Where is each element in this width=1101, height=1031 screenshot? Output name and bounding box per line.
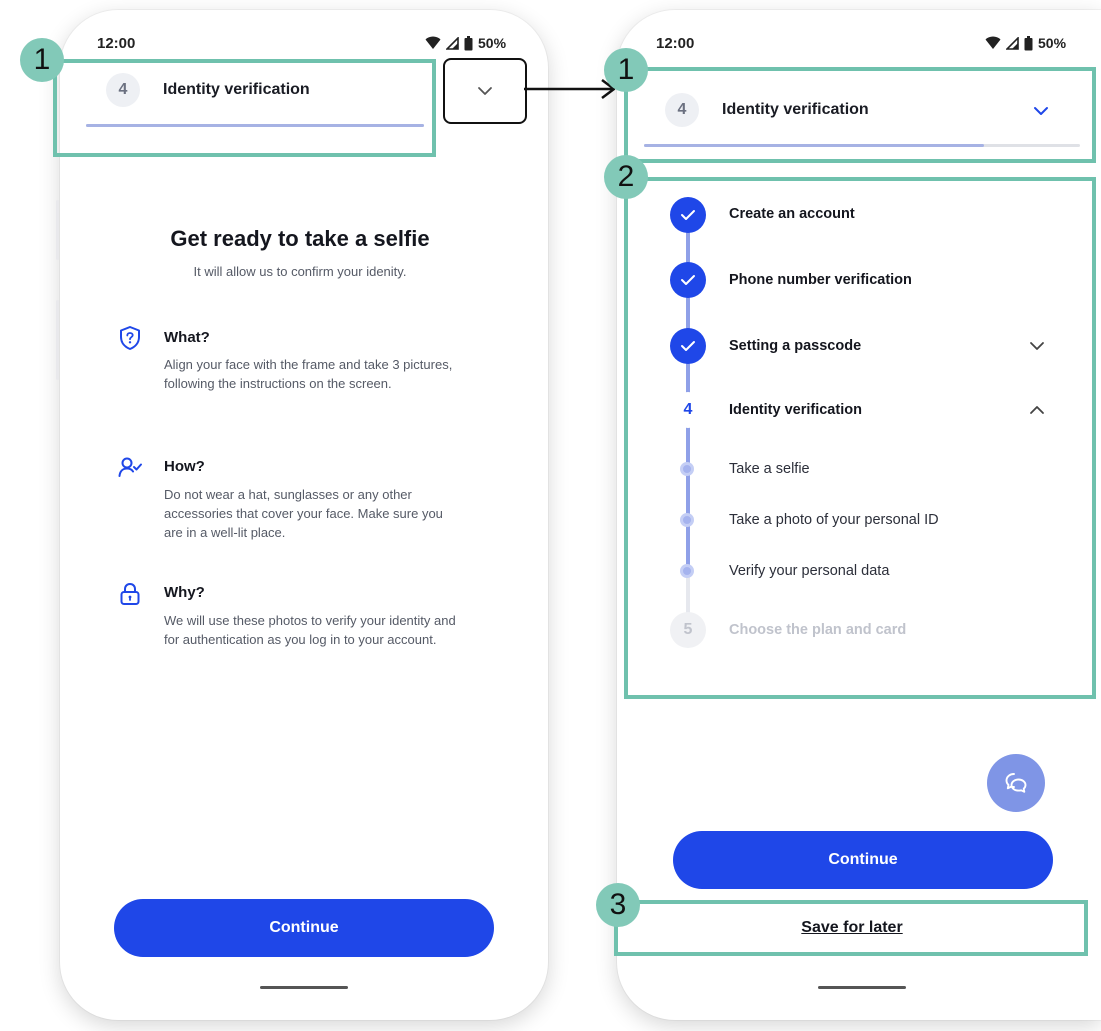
left-phone-side-button [56, 200, 59, 260]
status-icons: 50% [425, 35, 506, 51]
status-icons: 50% [985, 35, 1066, 51]
expand-steps-button[interactable] [443, 58, 527, 124]
chat-button[interactable] [987, 754, 1045, 812]
signal-icon [446, 36, 459, 50]
battery-icon [1024, 35, 1033, 50]
arrow-right-icon [524, 79, 616, 99]
status-time: 12:00 [656, 35, 695, 52]
status-time: 12:00 [97, 35, 136, 52]
continue-button[interactable]: Continue [114, 899, 494, 957]
page-subtitle: It will allow us to confirm your idenity… [193, 264, 407, 279]
annotation-badge-2: 2 [604, 155, 648, 199]
battery-percent: 50% [1038, 35, 1067, 51]
how-title: How? [164, 458, 205, 475]
left-phone-side-button-2 [56, 300, 59, 380]
annotation-box-3 [614, 900, 1088, 956]
why-text: We will use these photos to verify your … [164, 613, 456, 647]
annotation-box-1-left [53, 59, 436, 157]
wifi-icon [425, 36, 441, 49]
user-check-icon [118, 457, 142, 477]
battery-icon [464, 35, 473, 50]
home-indicator[interactable] [260, 986, 348, 989]
what-text: Align your face with the frame and take … [164, 357, 453, 391]
annotation-box-2 [624, 177, 1096, 699]
page-title: Get ready to take a selfie [170, 226, 430, 251]
continue-button[interactable]: Continue [673, 831, 1053, 889]
chat-icon [1005, 773, 1027, 793]
shield-question-icon [120, 326, 140, 350]
annotation-badge-1: 1 [20, 38, 64, 82]
wifi-icon [985, 36, 1001, 49]
home-indicator[interactable] [818, 986, 906, 989]
signal-icon [1006, 36, 1019, 50]
lock-icon [120, 582, 140, 605]
chevron-down-icon [478, 87, 492, 95]
annotation-badge-1: 1 [604, 48, 648, 92]
annotation-box-1-right [624, 67, 1096, 163]
battery-percent: 50% [478, 35, 507, 51]
annotation-badge-3: 3 [596, 883, 640, 927]
what-title: What? [164, 329, 210, 346]
how-text: Do not wear a hat, sunglasses or any oth… [164, 487, 443, 540]
why-title: Why? [164, 584, 205, 601]
